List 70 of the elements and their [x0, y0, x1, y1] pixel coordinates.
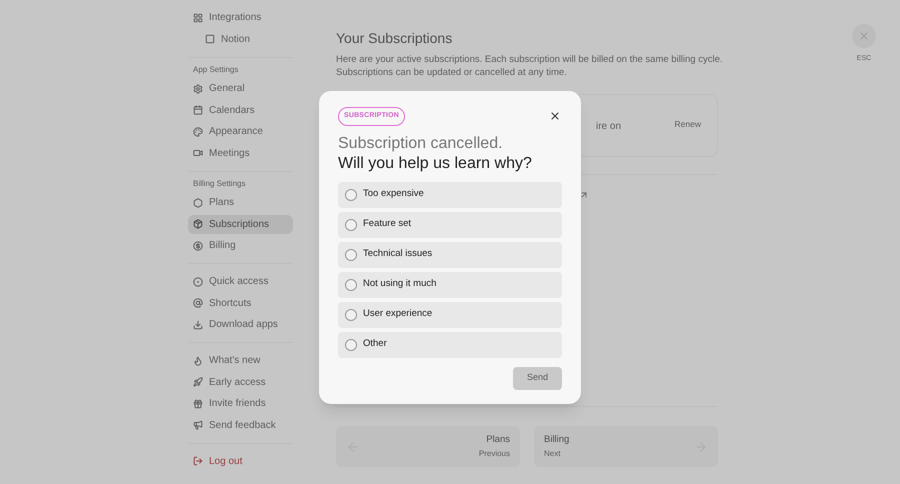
radio-button[interactable] — [345, 218, 357, 230]
nav-card[interactable]: Plans Previous — [336, 426, 520, 467]
sidebar-item[interactable]: General — [188, 79, 293, 98]
rocket-icon — [193, 377, 203, 387]
sidebar-item[interactable]: Subscriptions — [188, 214, 293, 234]
sidebar-item[interactable]: Quick access — [188, 272, 293, 291]
reason-option[interactable]: Other — [338, 332, 562, 358]
sidebar-item[interactable]: Send feedback — [188, 416, 293, 434]
calendar-icon — [193, 105, 203, 115]
sidebar-item[interactable]: Appearance — [188, 122, 293, 141]
radio-button[interactable] — [345, 278, 357, 290]
option-label: Technical issues — [363, 247, 432, 262]
gear-icon — [193, 84, 203, 94]
option-label: Too expensive — [363, 187, 424, 202]
nav-card[interactable]: Billing Next — [534, 426, 718, 467]
logout-icon — [193, 456, 203, 466]
sidebar-item[interactable]: Shortcuts — [188, 294, 293, 312]
sidebar-item[interactable]: Invite friends — [188, 394, 293, 413]
close-button[interactable] — [549, 110, 561, 122]
sidebar-item[interactable]: Download apps — [188, 315, 293, 334]
sidebar-item[interactable]: Integrations — [188, 8, 293, 27]
radio-button[interactable] — [345, 188, 357, 200]
dollar-icon — [193, 240, 203, 250]
reason-option[interactable]: Technical issues — [338, 242, 562, 268]
reason-option[interactable]: Not using it much — [338, 272, 562, 298]
nav-subtitle: Next — [544, 448, 560, 460]
video-camera-icon — [193, 148, 203, 158]
at-sign-icon — [193, 298, 203, 308]
page-title: Your Subscriptions — [336, 29, 454, 48]
close-icon — [858, 30, 870, 42]
option-label: User experience — [363, 307, 432, 322]
gift-icon — [193, 398, 203, 408]
modal-title: Will you help us learn why? — [338, 154, 533, 174]
option-label: Not using it much — [363, 277, 436, 292]
nav-title: Plans — [486, 432, 510, 447]
nav-subtitle: Previous — [478, 448, 510, 460]
hexagon-icon — [193, 198, 203, 208]
modal-subtitle: Subscription cancelled. — [338, 134, 504, 154]
sidebar-item[interactable]: Billing — [188, 236, 293, 255]
option-label: Feature set — [363, 217, 412, 232]
flame-icon — [193, 356, 203, 366]
renew-link[interactable]: Renew — [674, 118, 701, 130]
logout-link[interactable]: Log out — [188, 452, 293, 470]
reason-option[interactable]: Too expensive — [338, 182, 562, 208]
nav-title: Billing — [544, 432, 570, 447]
radio-button[interactable] — [345, 338, 357, 350]
sidebar-item[interactable]: Calendars — [188, 100, 293, 120]
radio-button[interactable] — [345, 308, 357, 320]
card-text: ire on — [596, 120, 622, 134]
download-icon — [193, 320, 203, 330]
sidebar-item[interactable]: Meetings — [188, 144, 293, 162]
sidebar-item[interactable]: What's new — [188, 351, 293, 370]
square-icon — [205, 34, 215, 44]
palette-icon — [193, 126, 203, 136]
section-heading: Billing Settings — [192, 178, 246, 190]
page-description: Subscriptions can be updated or cancelled at any time. — [336, 66, 568, 79]
reason-option[interactable]: User experience — [338, 302, 562, 328]
close-icon — [549, 110, 561, 122]
target-icon — [193, 276, 203, 286]
sidebar-item[interactable]: Plans — [188, 193, 293, 212]
grid-icon — [193, 12, 203, 22]
radio-button[interactable] — [345, 248, 357, 260]
package-icon — [193, 219, 203, 229]
option-label: Other — [363, 337, 387, 352]
reason-option[interactable]: Feature set — [338, 212, 562, 238]
external-link-icon — [579, 190, 589, 200]
sidebar-item[interactable]: Notion — [188, 30, 293, 48]
megaphone-icon — [193, 420, 203, 430]
section-heading: App Settings — [192, 64, 240, 76]
sidebar-item[interactable]: Early access — [188, 372, 293, 392]
